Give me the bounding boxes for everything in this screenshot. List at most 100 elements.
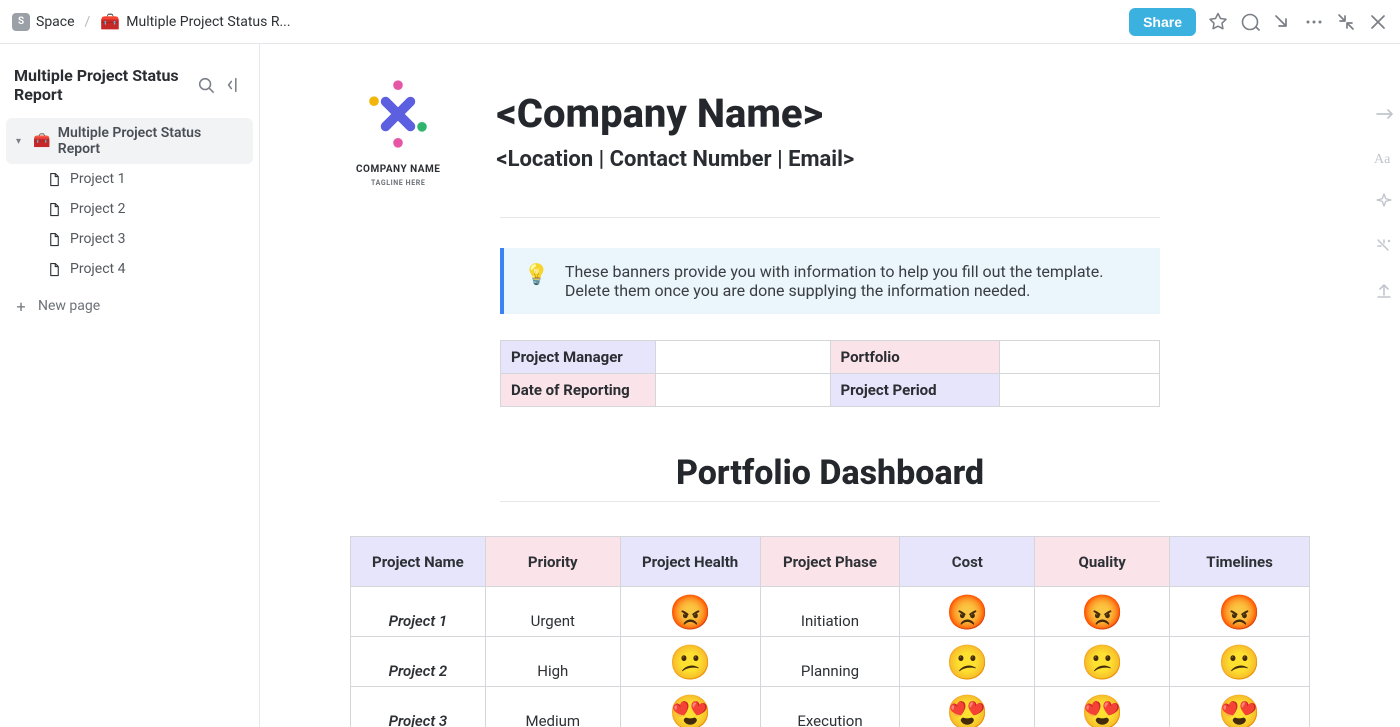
tree-root[interactable]: ▾ 🧰 Multiple Project Status Report — [6, 118, 253, 164]
share-button[interactable]: Share — [1129, 8, 1196, 36]
topbar: S Space / 🧰 Multiple Project Status R...… — [0, 0, 1400, 44]
close-icon[interactable] — [1368, 12, 1388, 32]
col-cost: Cost — [900, 537, 1035, 587]
cell-timelines[interactable]: 😡 — [1170, 587, 1310, 637]
status-face-icon: 😍 — [1081, 696, 1123, 727]
breadcrumb-page[interactable]: 🧰 Multiple Project Status R... — [100, 12, 290, 31]
info-date-label: Date of Reporting — [501, 374, 656, 407]
tree-item-project-4[interactable]: Project 4 — [6, 254, 253, 284]
col-health: Project Health — [620, 537, 760, 587]
cell-project-name[interactable]: Project 1 — [351, 587, 486, 637]
cell-priority[interactable]: Medium — [485, 687, 620, 727]
topbar-actions: Share — [1129, 8, 1388, 36]
sidebar-collapse-icon[interactable] — [225, 76, 243, 94]
status-face-icon: 😍 — [1218, 696, 1260, 727]
info-portfolio-label: Portfolio — [830, 341, 1000, 374]
wand-icon[interactable] — [1374, 236, 1394, 256]
typography-icon[interactable] — [1374, 148, 1394, 168]
cell-health[interactable]: 😕 — [620, 637, 760, 687]
divider — [500, 501, 1160, 502]
cell-health[interactable]: 😍 — [620, 687, 760, 727]
cell-cost[interactable]: 😕 — [900, 637, 1035, 687]
info-portfolio-value[interactable] — [1000, 341, 1160, 374]
cell-quality[interactable]: 😍 — [1035, 687, 1170, 727]
status-face-icon: 😍 — [946, 696, 988, 727]
collapse-icon[interactable] — [1336, 12, 1356, 32]
tree-item-label: Project 4 — [70, 261, 125, 277]
breadcrumb: S Space / 🧰 Multiple Project Status R... — [12, 12, 291, 31]
right-rail — [1374, 104, 1394, 300]
breadcrumb-separator: / — [83, 14, 93, 30]
info-banner[interactable]: 💡 These banners provide you with informa… — [500, 248, 1160, 314]
lightbulb-icon: 💡 — [524, 262, 549, 286]
cell-priority[interactable]: High — [485, 637, 620, 687]
status-face-icon: 😍 — [669, 696, 711, 727]
sidebar-title: Multiple Project Status Report — [14, 66, 187, 104]
tree-item-project-3[interactable]: Project 3 — [6, 224, 253, 254]
cell-timelines[interactable]: 😍 — [1170, 687, 1310, 727]
breadcrumb-workspace[interactable]: S Space — [12, 13, 75, 31]
sidebar: Multiple Project Status Report ▾ 🧰 Multi… — [0, 44, 260, 727]
info-table[interactable]: Project Manager Portfolio Date of Report… — [500, 340, 1160, 407]
plus-icon: + — [14, 299, 28, 313]
tree-root-label: Multiple Project Status Report — [58, 125, 243, 157]
company-name-heading[interactable]: <Company Name> — [496, 90, 854, 137]
chevron-down-icon[interactable]: ▾ — [16, 136, 26, 147]
status-face-icon: 😕 — [1081, 646, 1123, 680]
company-contact-heading[interactable]: <Location | Contact Number | Email> — [496, 147, 854, 172]
table-header-row: Project Name Priority Project Health Pro… — [351, 537, 1310, 587]
cell-phase[interactable]: Initiation — [760, 587, 900, 637]
dashboard-title[interactable]: Portfolio Dashboard — [316, 453, 1344, 493]
toolbox-icon: 🧰 — [100, 12, 120, 31]
col-phase: Project Phase — [760, 537, 900, 587]
cell-cost[interactable]: 😡 — [900, 587, 1035, 637]
info-period-value[interactable] — [1000, 374, 1160, 407]
dashboard-table[interactable]: Project Name Priority Project Health Pro… — [350, 536, 1310, 727]
document-area[interactable]: COMPANY NAME TAGLINE HERE <Company Name>… — [260, 44, 1400, 727]
logo-tagline: TAGLINE HERE — [371, 179, 425, 187]
status-face-icon: 😡 — [1218, 596, 1260, 630]
cell-phase[interactable]: Planning — [760, 637, 900, 687]
logo-caption: COMPANY NAME — [356, 164, 440, 175]
new-page-button[interactable]: + New page — [0, 288, 259, 324]
expand-icon[interactable] — [1374, 104, 1394, 124]
breadcrumb-page-label: Multiple Project Status R... — [126, 14, 290, 30]
comment-icon[interactable] — [1240, 12, 1260, 32]
star-icon[interactable] — [1208, 12, 1228, 32]
col-priority: Priority — [485, 537, 620, 587]
toolbox-icon: 🧰 — [34, 133, 50, 149]
search-icon[interactable] — [197, 76, 215, 94]
status-face-icon: 😡 — [1081, 596, 1123, 630]
table-row: Project 3Medium 😍 Execution 😍 😍 😍 — [351, 687, 1310, 727]
download-icon[interactable] — [1272, 12, 1292, 32]
cell-quality[interactable]: 😡 — [1035, 587, 1170, 637]
cell-project-name[interactable]: Project 3 — [351, 687, 486, 727]
more-icon[interactable] — [1304, 12, 1324, 32]
workspace-label: Space — [36, 14, 75, 30]
logo-mark-icon — [358, 74, 438, 154]
cell-quality[interactable]: 😕 — [1035, 637, 1170, 687]
cell-project-name[interactable]: Project 2 — [351, 637, 486, 687]
upload-icon[interactable] — [1374, 280, 1394, 300]
col-quality: Quality — [1035, 537, 1170, 587]
col-timelines: Timelines — [1170, 537, 1310, 587]
status-face-icon: 😕 — [946, 646, 988, 680]
cell-phase[interactable]: Execution — [760, 687, 900, 727]
document-header: COMPANY NAME TAGLINE HERE <Company Name>… — [356, 74, 1344, 187]
cell-cost[interactable]: 😍 — [900, 687, 1035, 727]
cell-priority[interactable]: Urgent — [485, 587, 620, 637]
file-icon — [46, 262, 62, 277]
info-date-value[interactable] — [655, 374, 830, 407]
file-icon — [46, 232, 62, 247]
status-face-icon: 😡 — [946, 596, 988, 630]
status-face-icon: 😕 — [1218, 646, 1260, 680]
ai-icon[interactable] — [1374, 192, 1394, 212]
info-pm-value[interactable] — [655, 341, 830, 374]
tree-item-project-1[interactable]: Project 1 — [6, 164, 253, 194]
info-banner-text: These banners provide you with informati… — [565, 262, 1140, 300]
info-period-label: Project Period — [830, 374, 1000, 407]
cell-timelines[interactable]: 😕 — [1170, 637, 1310, 687]
tree-item-label: Project 2 — [70, 201, 125, 217]
tree-item-project-2[interactable]: Project 2 — [6, 194, 253, 224]
cell-health[interactable]: 😡 — [620, 587, 760, 637]
